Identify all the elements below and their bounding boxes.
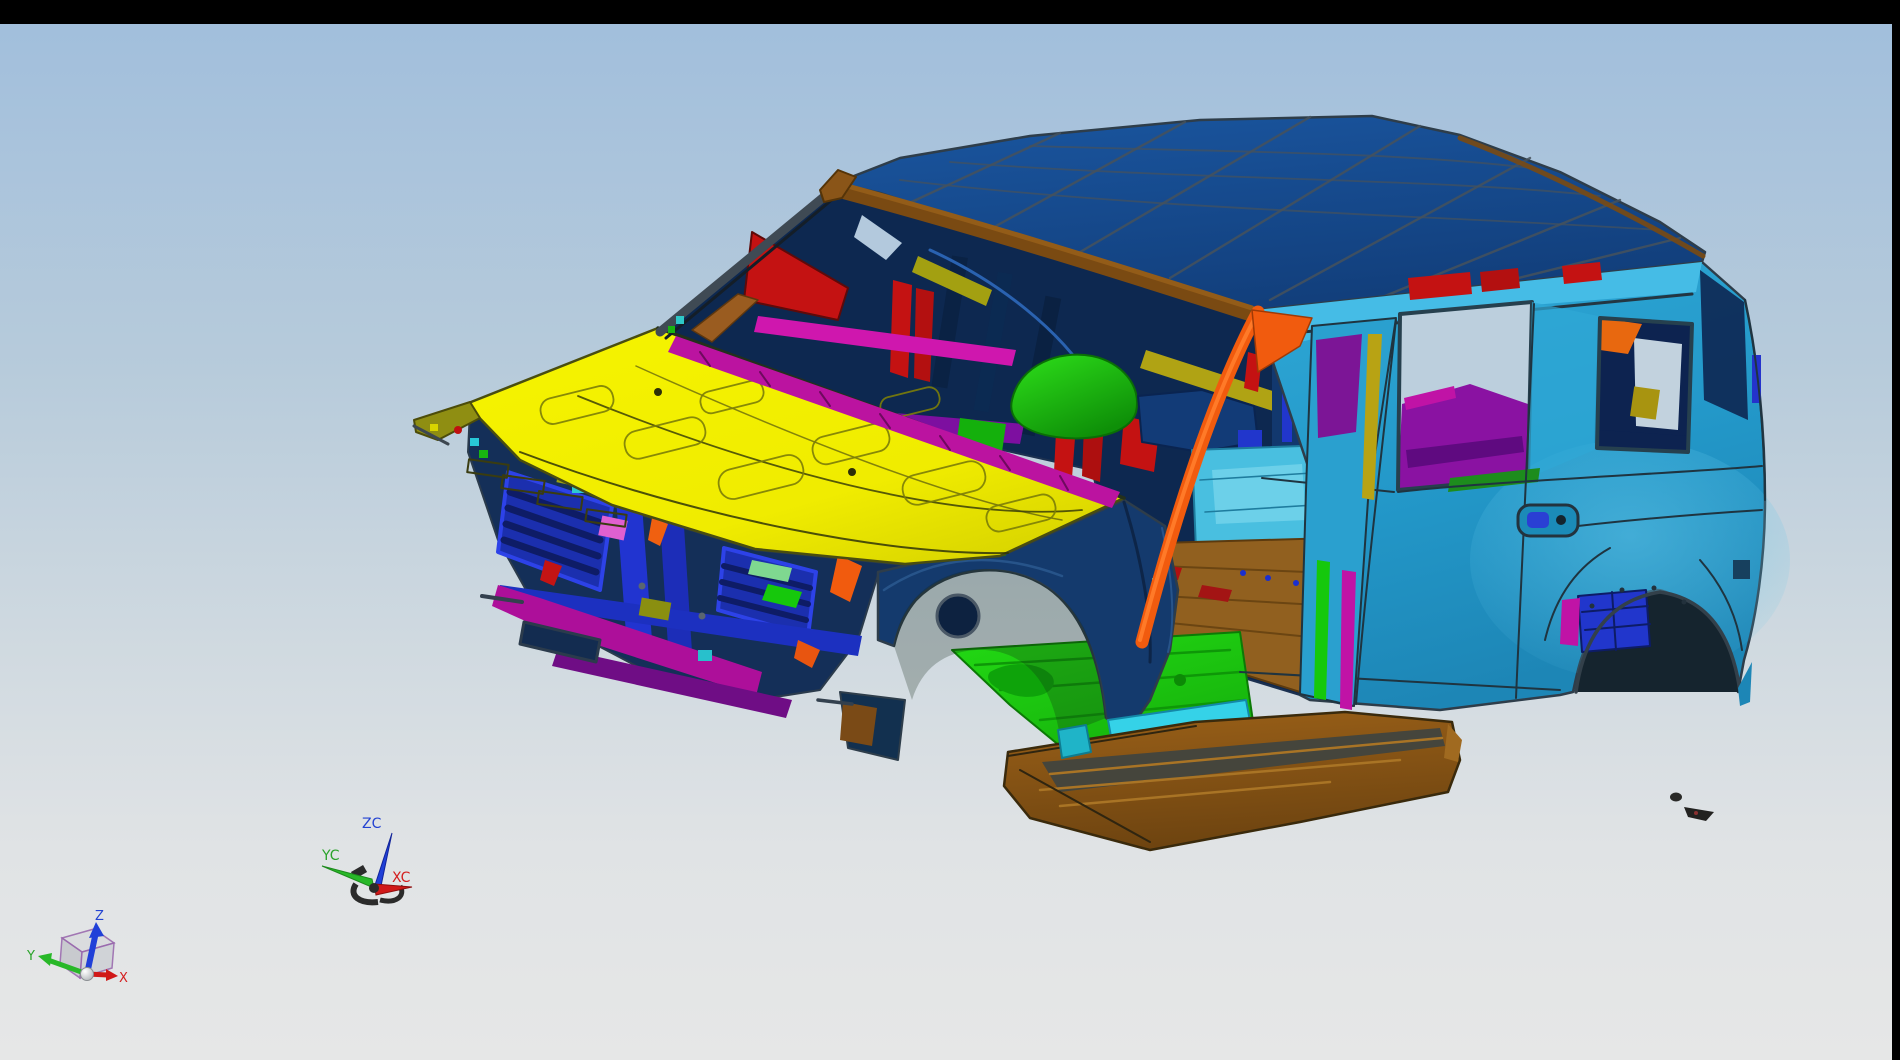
wcs-z-label[interactable]: ZC [362,816,382,832]
wcs-y-label[interactable]: YC [321,848,340,864]
view-z-label[interactable]: Z [95,909,104,924]
quarter-window[interactable] [1597,318,1692,452]
view-y-label[interactable]: Y [26,949,35,964]
letterbox-top [0,0,1900,24]
graphics-window[interactable]: ZC YC XC Z Y X [0,0,1900,1060]
rear-door-window[interactable] [1398,302,1532,490]
cad-viewport[interactable]: ZC YC XC Z Y X [0,0,1900,1060]
door-handle-pocket[interactable] [1518,505,1578,536]
view-x-label[interactable]: X [119,971,128,986]
letterbox-right [1892,0,1900,1060]
wcs-x-label[interactable]: XC [392,870,411,886]
